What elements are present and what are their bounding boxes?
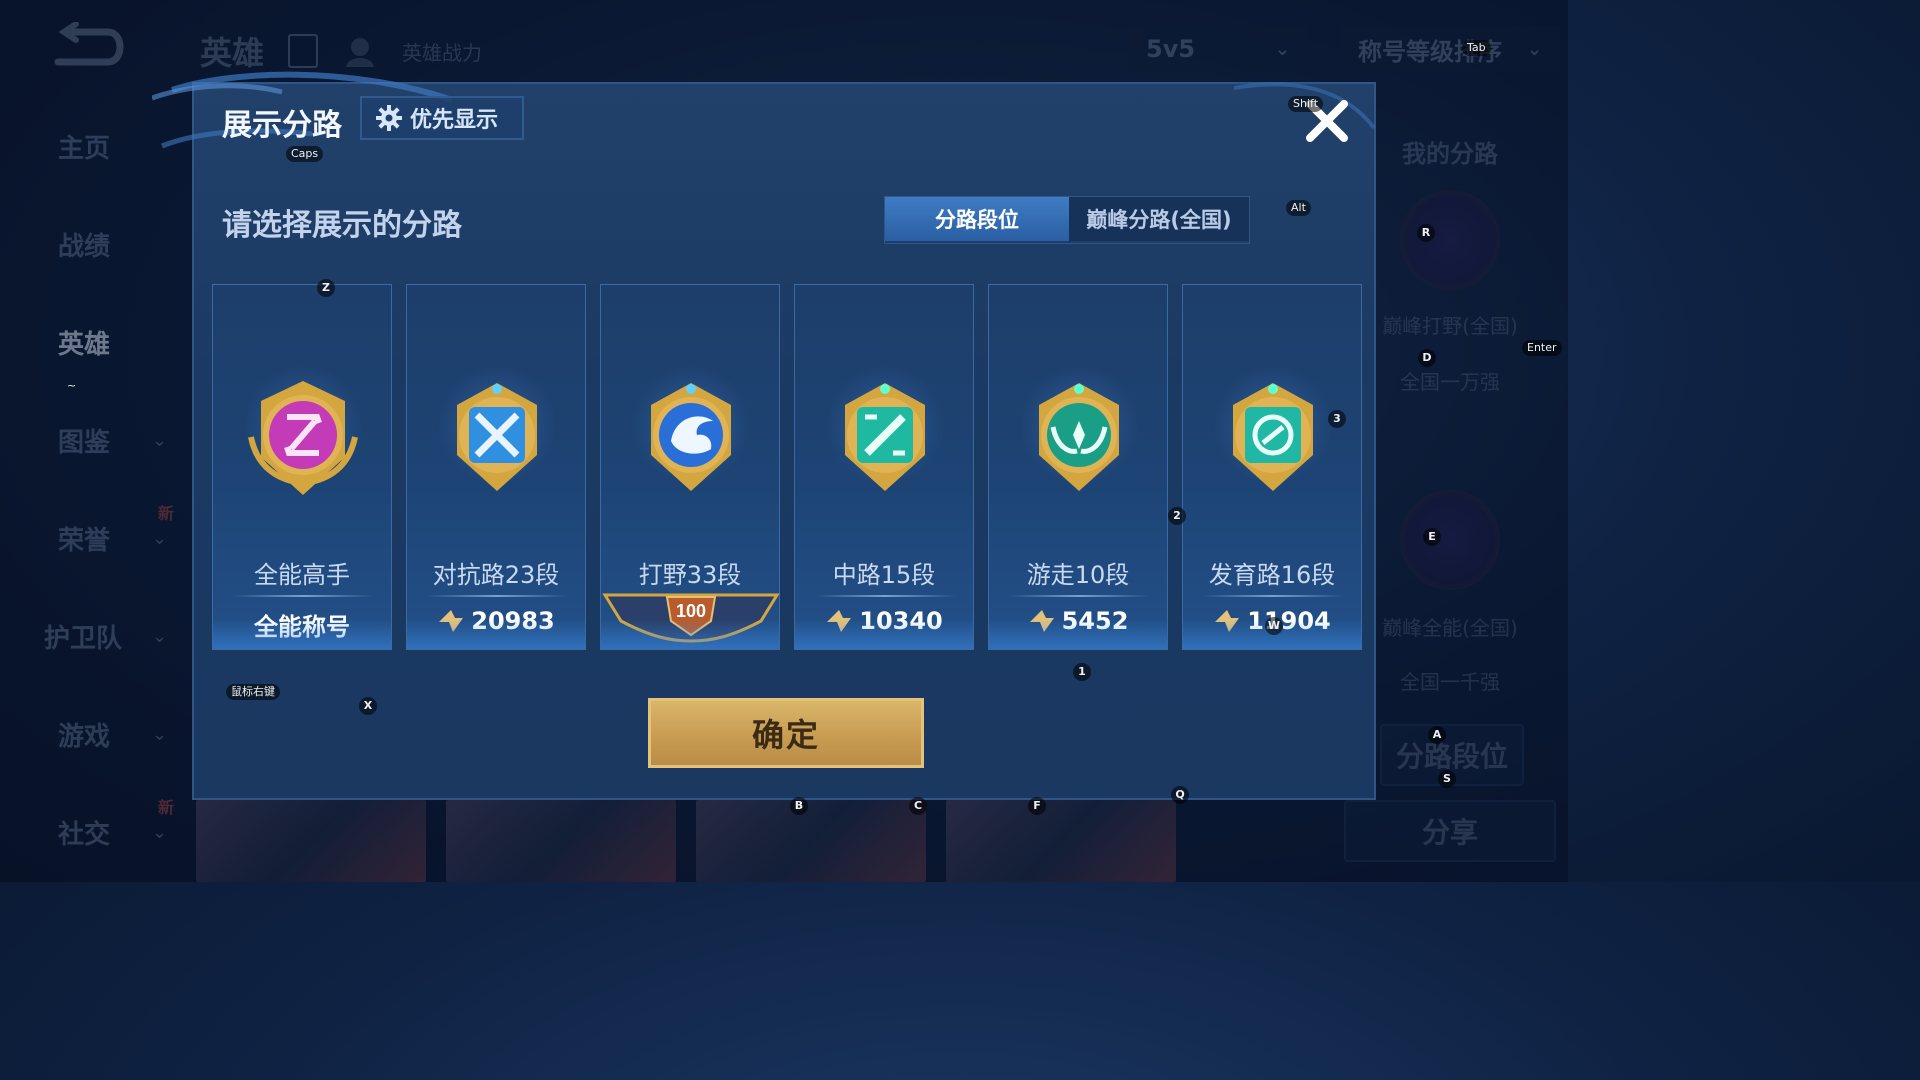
- key-hint-e: E: [1423, 528, 1441, 546]
- lane-name: 打野33段: [638, 561, 742, 589]
- key-hint-z: Z: [317, 279, 335, 297]
- lane-name: 发育路16段: [1208, 561, 1336, 589]
- key-hint-tilde: ~: [67, 379, 77, 392]
- key-hint-r: R: [1417, 224, 1435, 242]
- key-hint-alt: Alt: [1286, 200, 1311, 216]
- priority-display-label: 优先显示: [410, 108, 499, 133]
- lane-card-jungle[interactable]: 100 打野33段: [600, 284, 780, 650]
- confirm-button[interactable]: 确定: [648, 698, 924, 768]
- lane-name: 全能高手: [254, 561, 350, 589]
- priority-display-button[interactable]: 优先显示: [360, 96, 524, 140]
- divider: [1203, 595, 1343, 597]
- lane-card-mid[interactable]: 中路15段 10340: [794, 284, 974, 650]
- lane-name: 游走10段: [1026, 561, 1130, 589]
- card-bottom-glow: [989, 619, 1167, 649]
- key-hint-caps: Caps: [286, 146, 324, 162]
- key-hint-w: W: [1265, 617, 1283, 635]
- key-hint-tab: Tab: [1462, 40, 1491, 56]
- tab-peak-lane-national[interactable]: 巅峰分路(全国): [1069, 197, 1249, 241]
- mid-lane-emblem-icon: [845, 383, 925, 491]
- key-hint-a: A: [1428, 726, 1446, 744]
- key-hint-q: Q: [1171, 786, 1189, 804]
- key-hint-c: C: [909, 797, 927, 815]
- divider: [427, 595, 567, 597]
- modal-title: 展示分路: [222, 108, 342, 143]
- card-bottom-glow: [213, 619, 391, 649]
- lane-tabs: 分路段位 巅峰分路(全国): [884, 196, 1250, 244]
- divider: [1009, 595, 1149, 597]
- key-hint-f: F: [1028, 797, 1046, 815]
- card-bottom-glow: [795, 619, 973, 649]
- key-hint-shift: Shift: [1288, 96, 1324, 112]
- divider: [233, 595, 373, 597]
- key-hint-3: 3: [1328, 410, 1346, 428]
- key-hint-right-mouse: 鼠标右键: [226, 684, 280, 700]
- roam-emblem-icon: [1039, 383, 1119, 491]
- key-hint-b: B: [790, 797, 808, 815]
- lane-card-clash[interactable]: 对抗路23段 20983: [406, 284, 586, 650]
- card-bottom-glow: [407, 619, 585, 649]
- jungle-emblem-icon: [651, 383, 731, 491]
- key-hint-2: 2: [1168, 507, 1186, 525]
- lane-card-list: 全能高手 全能称号 对抗路23段 20983: [212, 284, 1362, 650]
- allround-emblem-icon: [248, 381, 358, 495]
- tab-lane-rank[interactable]: 分路段位: [885, 197, 1069, 241]
- divider: [815, 595, 955, 597]
- key-hint-enter: Enter: [1522, 340, 1562, 356]
- lane-card-allround[interactable]: 全能高手 全能称号: [212, 284, 392, 650]
- key-hint-1: 1: [1073, 663, 1091, 681]
- key-hint-s: S: [1438, 770, 1456, 788]
- lane-card-farm[interactable]: 发育路16段 11904: [1182, 284, 1362, 650]
- card-bottom-glow: [601, 619, 779, 649]
- lane-name: 对抗路23段: [432, 561, 560, 589]
- badge-100-text: 100: [676, 601, 706, 621]
- key-hint-x: X: [359, 697, 377, 715]
- farm-lane-emblem-icon: [1233, 383, 1313, 491]
- gear-icon: [376, 105, 402, 131]
- select-lane-heading: 请选择展示的分路: [222, 208, 462, 243]
- lane-card-roam[interactable]: 游走10段 5452: [988, 284, 1168, 650]
- clash-lane-emblem-icon: [457, 383, 537, 491]
- lane-name: 中路15段: [832, 561, 936, 589]
- lane-display-modal: 展示分路 优先显示 请选择展示的分路 分路段位 巅峰分路(全国) 全能高手 对抗…: [152, 71, 1376, 800]
- key-hint-d: D: [1418, 349, 1436, 367]
- confirm-button-label: 确定: [751, 716, 820, 754]
